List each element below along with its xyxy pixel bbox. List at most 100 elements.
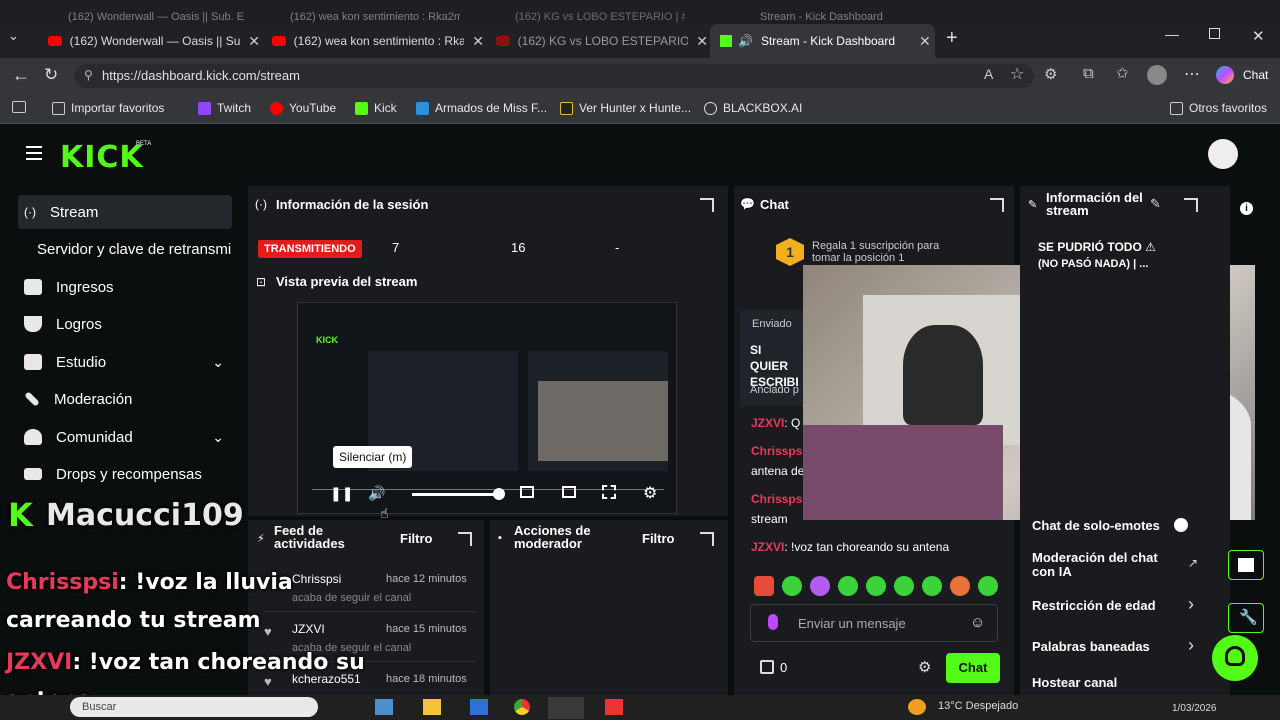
age-restriction-label[interactable]: Restricción de edad [1032, 598, 1156, 613]
new-tab-button[interactable]: + [946, 27, 958, 50]
fullscreen-icon[interactable] [602, 485, 616, 499]
url-field[interactable]: https://dashboard.kick.com/stream [74, 64, 1034, 88]
popout-icon[interactable] [700, 198, 714, 212]
taskbar-weather[interactable]: 13°C Despejado [938, 700, 1018, 712]
pencil-icon[interactable]: ✎ [1150, 196, 1161, 212]
emote-icon[interactable] [866, 576, 886, 596]
popout-icon[interactable] [700, 532, 714, 546]
read-aloud-icon[interactable]: A [984, 66, 993, 82]
split-screen-icon[interactable]: ⧉ [1083, 65, 1094, 82]
ai-moderation-label[interactable]: Moderación del chat con IA [1032, 551, 1172, 579]
bookmark-blackbox[interactable]: BLACKBOX.AI [704, 101, 802, 115]
more-menu-icon[interactable]: ⋯ [1184, 64, 1200, 84]
bookmark-import[interactable]: Importar favoritos [52, 101, 164, 115]
preview-video[interactable]: KICK [297, 302, 677, 514]
chevron-down-icon[interactable]: ⌄ [212, 429, 224, 446]
miniplayer-icon[interactable] [520, 486, 534, 498]
popout-icon[interactable] [990, 198, 1004, 212]
popout-icon[interactable] [1184, 198, 1198, 212]
nav-estudio[interactable]: Estudio ⌄ [18, 345, 232, 379]
bookmark-armados[interactable]: Armados de Miss F... [416, 101, 547, 115]
info-icon[interactable]: i [1240, 202, 1253, 215]
external-link-icon[interactable]: ↗ [1188, 556, 1198, 570]
volume-icon[interactable]: 🔊 [368, 485, 385, 502]
favorite-star-icon[interactable]: ☆ [1010, 64, 1024, 84]
user-avatar[interactable] [1208, 139, 1238, 169]
extensions-icon[interactable]: ⚙ [1044, 65, 1057, 83]
taskbar-chrome-icon[interactable] [514, 699, 530, 715]
close-icon[interactable]: ✕ [248, 33, 260, 50]
nav-logros[interactable]: Logros [18, 307, 232, 341]
chevron-right-icon[interactable]: › [1188, 594, 1194, 615]
emote-icon[interactable] [978, 576, 998, 596]
close-window-button[interactable]: ✕ [1252, 27, 1265, 45]
nav-ingresos[interactable]: Ingresos [18, 270, 232, 304]
nav-moderacion[interactable]: Moderación [18, 382, 232, 416]
bookmark-kick[interactable]: Kick [355, 101, 397, 115]
taskbar-app-icon[interactable] [375, 699, 393, 715]
banned-words-label[interactable]: Palabras baneadas [1032, 639, 1150, 654]
copilot-label[interactable]: Chat [1243, 68, 1268, 82]
maximize-button[interactable] [1209, 28, 1220, 39]
emote-icon[interactable] [810, 576, 830, 596]
tab-kick-dashboard[interactable]: 🔊 Stream - Kick Dashboard ✕ [710, 24, 935, 58]
minimize-button[interactable]: — [1165, 26, 1179, 42]
volume-slider[interactable] [412, 493, 500, 496]
bookmark-twitch[interactable]: Twitch [198, 101, 251, 115]
tab-kg-vs-lobo[interactable]: (162) KG vs LOBO ESTEPARIO | #FN ✕ [486, 24, 708, 58]
hamburger-icon[interactable] [26, 146, 42, 160]
taskbar-search[interactable]: Buscar [70, 697, 318, 717]
kick-logo[interactable]: KICK [60, 140, 144, 175]
emote-icon[interactable] [754, 576, 774, 596]
theater-icon[interactable] [562, 486, 576, 498]
shield-icon: ▪ [498, 532, 502, 544]
tab-wea-kon[interactable]: (162) wea kon sentimiento : Rka2m ✕ [262, 24, 484, 58]
chevron-right-icon[interactable]: › [1188, 635, 1194, 656]
reload-button[interactable]: ↻ [44, 65, 58, 85]
nav-stream[interactable]: (·) Stream [18, 195, 232, 229]
taskbar-date[interactable]: 1/03/2026 [1172, 703, 1217, 714]
close-icon[interactable]: ✕ [696, 33, 708, 50]
bookmark-hunter[interactable]: Ver Hunter x Hunte... [560, 101, 691, 115]
emote-icon[interactable] [894, 576, 914, 596]
mod-filter-button[interactable]: Filtro [642, 531, 675, 546]
host-channel-label[interactable]: Hostear canal [1032, 675, 1117, 690]
edit-icon: ✎ [1028, 199, 1038, 211]
gift-prompt[interactable]: Regala 1 suscripción para tomar la posic… [812, 240, 962, 264]
bookmark-others[interactable]: Otros favoritos [1170, 101, 1267, 115]
taskbar-explorer-icon[interactable] [423, 699, 441, 715]
tab-search-icon[interactable]: ⌄ [8, 28, 32, 48]
emote-icon[interactable] [950, 576, 970, 596]
popout-icon[interactable] [458, 532, 472, 546]
profile-avatar[interactable] [1147, 65, 1167, 85]
taskbar-edge-icon[interactable] [548, 697, 584, 719]
nav-drops[interactable]: Drops y recompensas [18, 457, 232, 491]
taskbar-obs-icon[interactable] [605, 699, 623, 715]
taskbar-outlook-icon[interactable] [470, 699, 488, 715]
chat-settings-icon[interactable]: ⚙ [918, 658, 931, 676]
site-info-icon[interactable]: ⚲ [84, 68, 93, 82]
mic-icon[interactable] [768, 614, 778, 630]
volume-handle[interactable] [493, 488, 505, 500]
tab-actions-icon[interactable] [12, 101, 26, 113]
favorites-icon[interactable]: ✩ [1116, 64, 1129, 82]
emoji-icon[interactable]: ☺ [970, 614, 985, 631]
bookmark-youtube[interactable]: YouTube [270, 101, 336, 115]
emote-only-toggle[interactable] [1174, 518, 1188, 532]
close-icon[interactable]: ✕ [472, 33, 484, 50]
session-viewers: 7 [392, 240, 400, 255]
tab-wonderwall[interactable]: (162) Wonderwall — Oasis || Sub. E ✕ [38, 24, 260, 58]
copilot-icon[interactable] [1216, 66, 1234, 84]
settings-gear-icon[interactable]: ⚙ [643, 483, 657, 503]
close-icon[interactable]: ✕ [919, 33, 931, 50]
emote-icon[interactable] [922, 576, 942, 596]
back-button[interactable]: ← [12, 65, 30, 86]
pause-icon[interactable]: ❚❚ [330, 485, 353, 502]
chat-send-button[interactable]: Chat [946, 653, 1000, 683]
activity-filter-button[interactable]: Filtro [400, 531, 433, 546]
chevron-down-icon[interactable]: ⌄ [212, 354, 224, 371]
nav-comunidad[interactable]: Comunidad ⌄ [18, 420, 232, 454]
nav-server-key[interactable]: Servidor y clave de retransmi [18, 232, 246, 266]
emote-icon[interactable] [782, 576, 802, 596]
emote-icon[interactable] [838, 576, 858, 596]
